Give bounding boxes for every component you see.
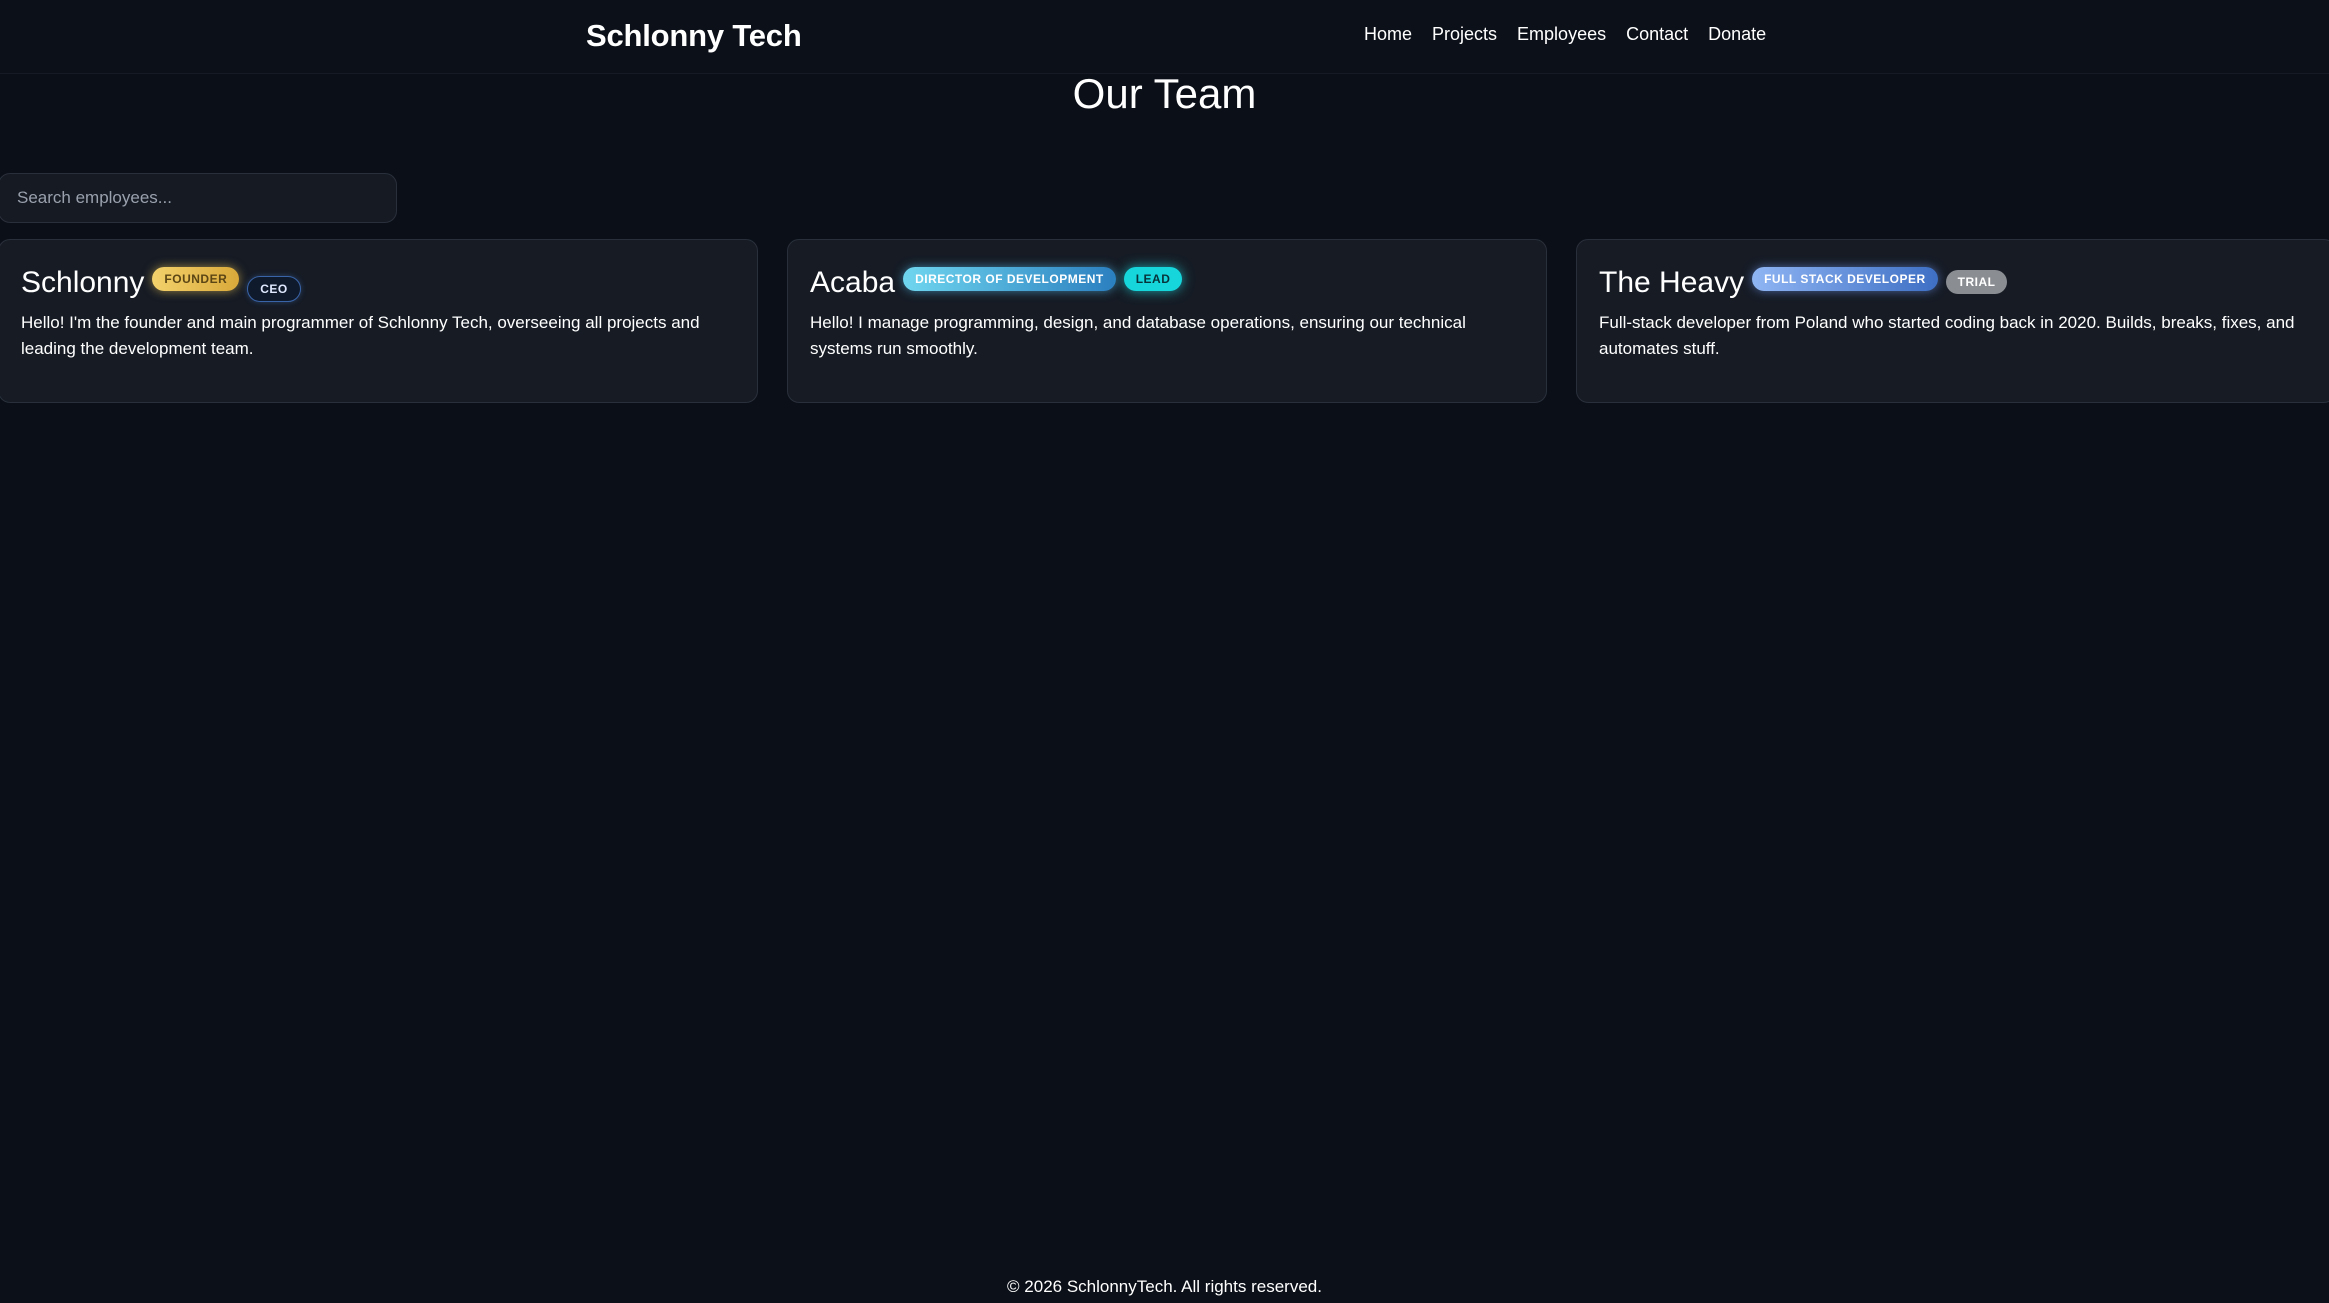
employee-card-the-heavy: The Heavy FULL STACK DEVELOPER TRIAL Ful… bbox=[1576, 239, 2329, 403]
employee-name: Schlonny bbox=[21, 266, 145, 299]
page-title: Our Team bbox=[1072, 70, 1257, 117]
employee-card-header: The Heavy FULL STACK DEVELOPER TRIAL bbox=[1599, 265, 2313, 301]
lead-badge: LEAD bbox=[1123, 267, 1183, 291]
employee-name: Acaba bbox=[810, 266, 896, 299]
brand-logo[interactable]: Schlonny Tech bbox=[586, 18, 802, 54]
nav-home-link[interactable]: Home bbox=[1364, 24, 1412, 45]
copyright-text: © 2026 SchlonnyTech. All rights reserved… bbox=[1007, 1277, 1322, 1296]
employee-card-acaba: Acaba DIRECTOR OF DEVELOPMENT LEAD Hello… bbox=[787, 239, 1547, 403]
full-stack-badge: FULL STACK DEVELOPER bbox=[1752, 267, 1938, 291]
founder-badge: FOUNDER bbox=[152, 267, 240, 291]
employee-card-header: Schlonny FOUNDER CEO bbox=[21, 265, 735, 302]
employee-description: Hello! I manage programming, design, and… bbox=[810, 313, 1466, 358]
trial-badge: TRIAL bbox=[1945, 270, 2008, 294]
employee-description: Hello! I'm the founder and main programm… bbox=[21, 313, 700, 358]
employee-description: Full-stack developer from Poland who sta… bbox=[1599, 313, 2295, 358]
nav-projects-link[interactable]: Projects bbox=[1432, 24, 1497, 45]
site-footer: © 2026 SchlonnyTech. All rights reserved… bbox=[0, 1250, 2329, 1303]
site-header: Schlonny Tech Home Projects Employees Co… bbox=[0, 0, 2329, 74]
employee-card-schlonny: Schlonny FOUNDER CEO Hello! I'm the foun… bbox=[0, 239, 758, 403]
nav-employees-link[interactable]: Employees bbox=[1517, 24, 1606, 45]
main-nav: Home Projects Employees Contact Donate bbox=[1364, 24, 1766, 45]
ceo-badge: CEO bbox=[247, 276, 301, 302]
nav-donate-link[interactable]: Donate bbox=[1708, 24, 1766, 45]
director-badge: DIRECTOR OF DEVELOPMENT bbox=[903, 267, 1116, 291]
employee-search-input[interactable] bbox=[0, 173, 397, 223]
nav-contact-link[interactable]: Contact bbox=[1626, 24, 1688, 45]
employee-card-header: Acaba DIRECTOR OF DEVELOPMENT LEAD bbox=[810, 265, 1524, 301]
employee-name: The Heavy bbox=[1599, 266, 1745, 299]
